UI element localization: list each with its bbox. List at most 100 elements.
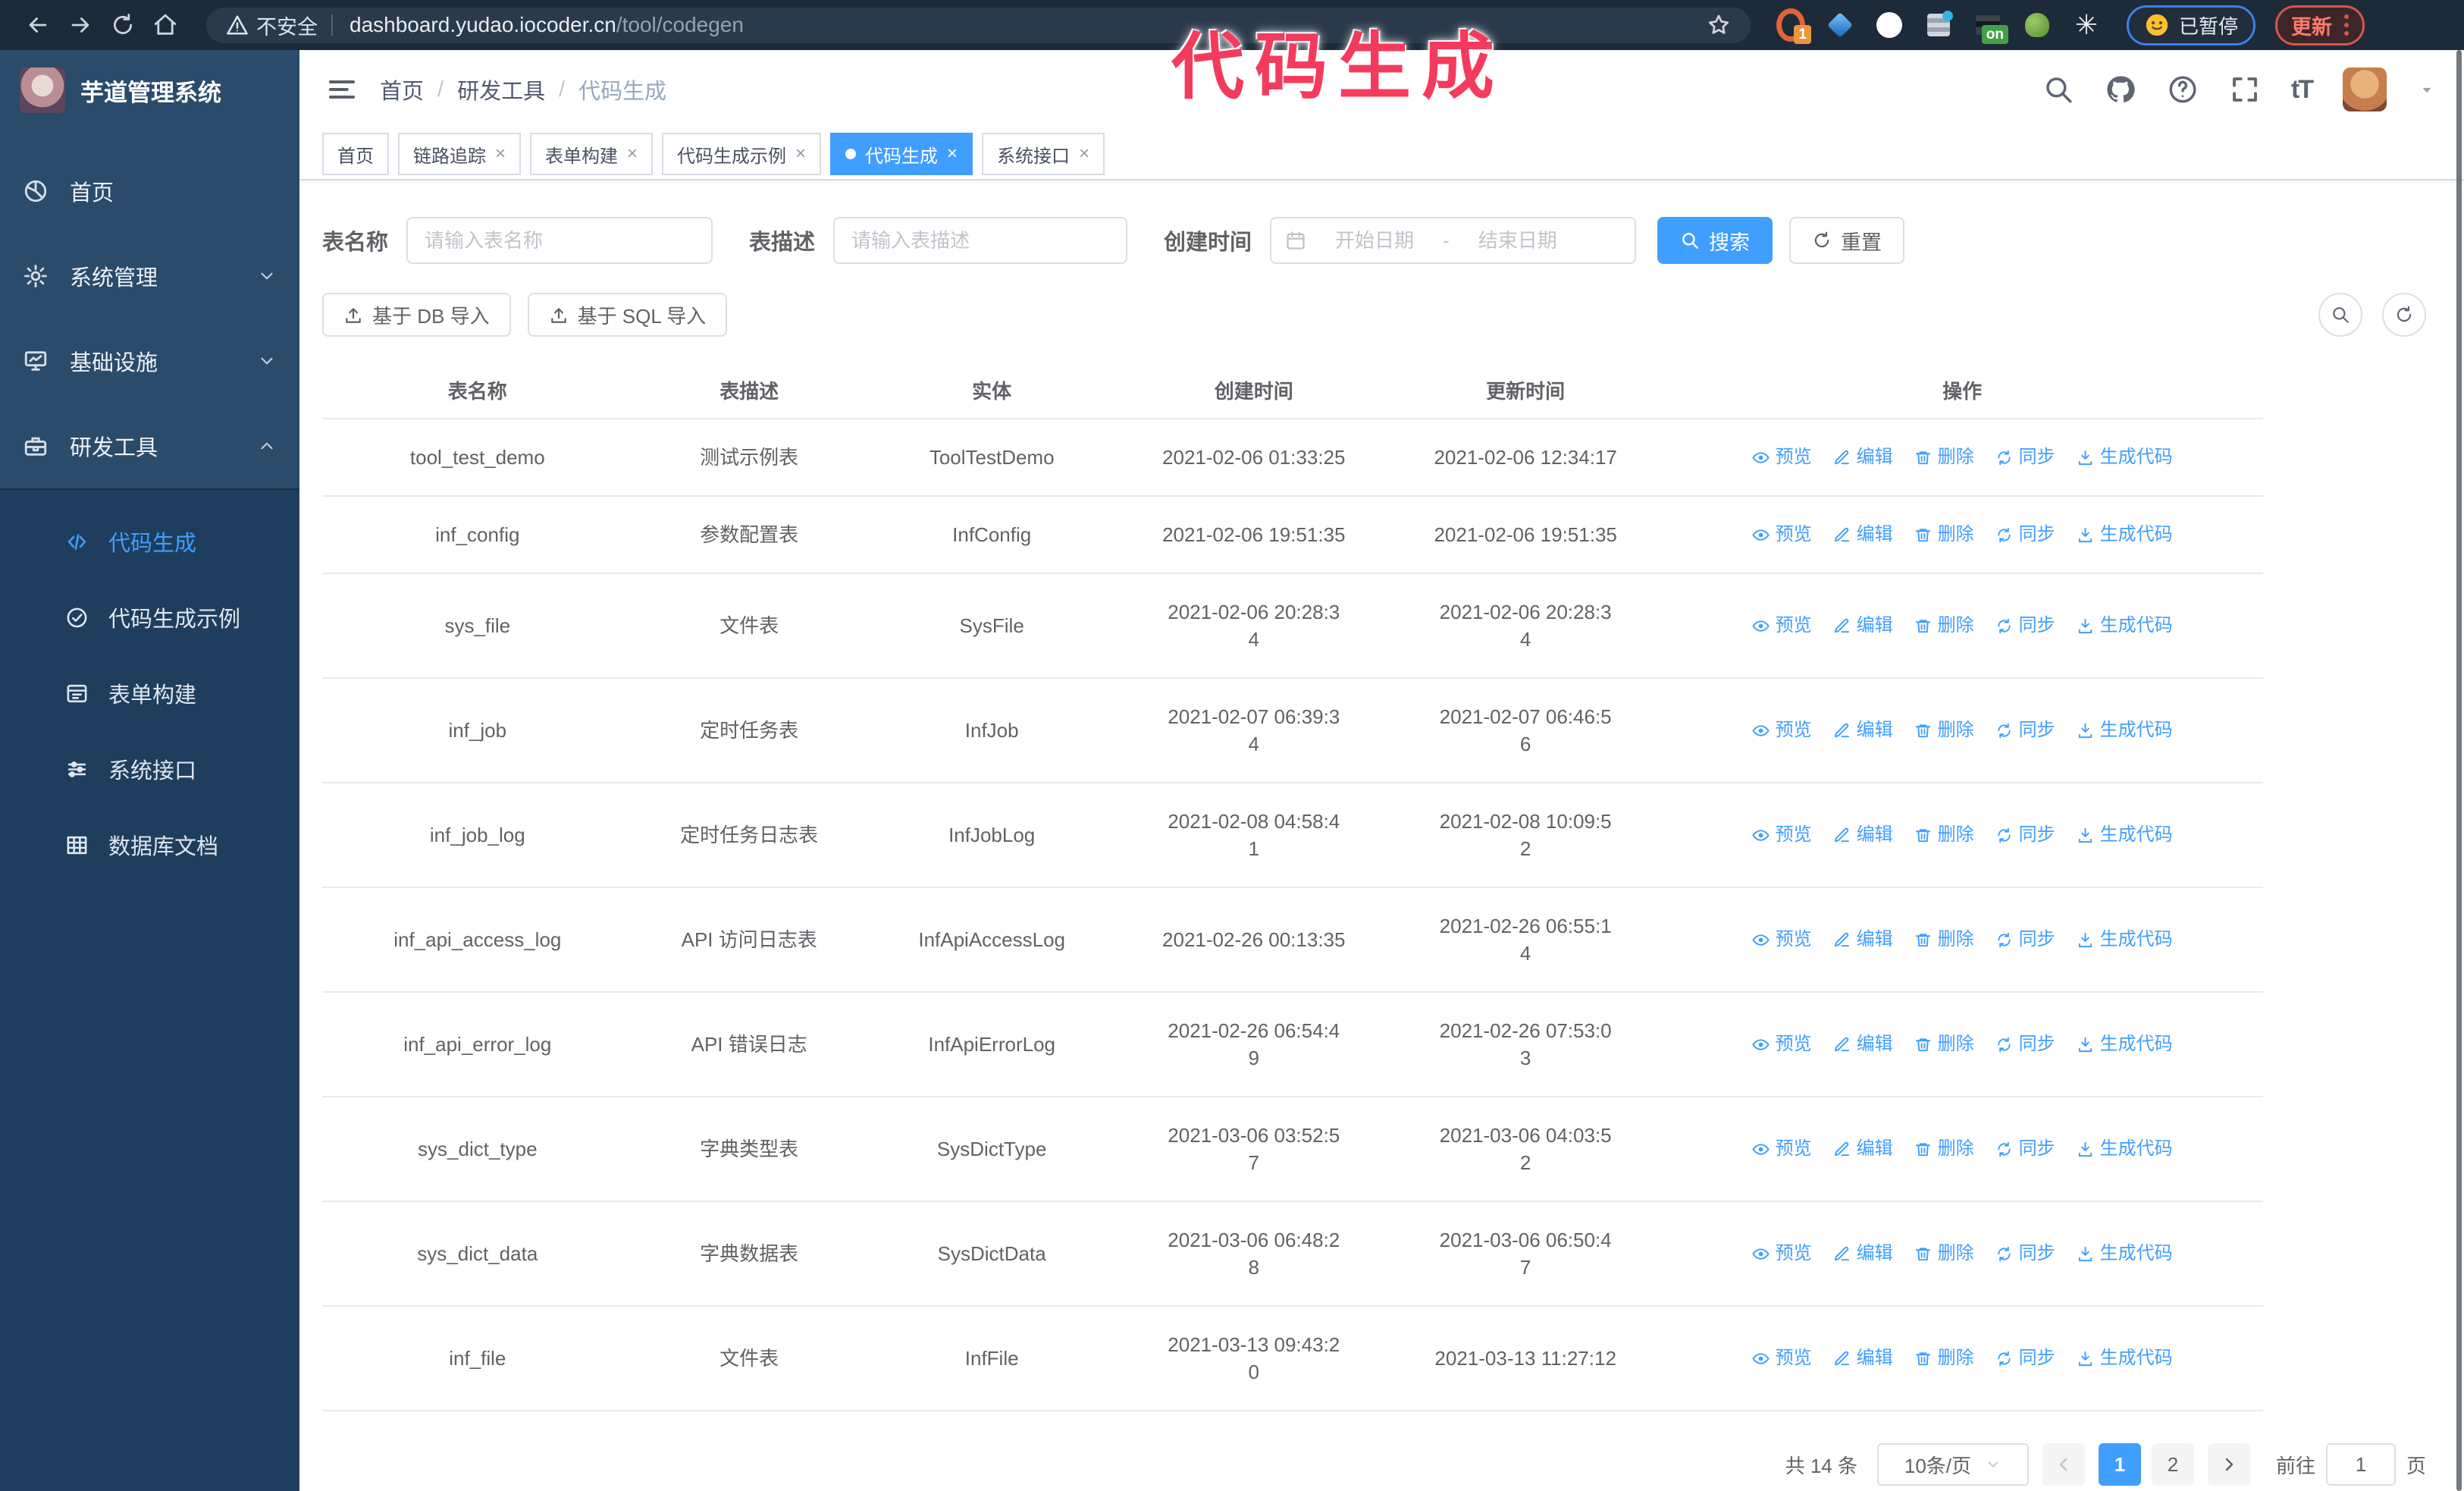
action-delete-link[interactable]: 删除 bbox=[1914, 717, 1974, 744]
action-generate-link[interactable]: 生成代码 bbox=[2077, 521, 2173, 548]
submenu-item-3[interactable]: 系统接口 bbox=[0, 731, 299, 807]
blue-gem-extension-icon[interactable] bbox=[1826, 11, 1854, 39]
action-preview-link[interactable]: 预览 bbox=[1752, 717, 1812, 744]
tab-0[interactable]: 首页 bbox=[322, 133, 389, 175]
page-button-1[interactable]: 1 bbox=[2098, 1443, 2141, 1486]
action-delete-link[interactable]: 删除 bbox=[1914, 444, 1974, 471]
table-desc-input[interactable] bbox=[833, 217, 1128, 264]
table-name-input[interactable] bbox=[406, 217, 713, 264]
action-delete-link[interactable]: 删除 bbox=[1914, 1345, 1974, 1372]
reload-icon[interactable] bbox=[102, 4, 144, 46]
submenu-item-4[interactable]: 数据库文档 bbox=[0, 807, 299, 883]
action-generate-link[interactable]: 生成代码 bbox=[2077, 444, 2173, 471]
close-icon[interactable]: × bbox=[795, 145, 806, 163]
action-edit-link[interactable]: 编辑 bbox=[1833, 821, 1893, 849]
submenu-item-0[interactable]: 代码生成 bbox=[0, 504, 299, 579]
action-edit-link[interactable]: 编辑 bbox=[1833, 612, 1893, 639]
home-nav-icon[interactable] bbox=[144, 4, 187, 46]
action-sync-link[interactable]: 同步 bbox=[1995, 444, 2055, 471]
tab-2[interactable]: 表单构建 × bbox=[530, 133, 654, 175]
action-sync-link[interactable]: 同步 bbox=[1995, 1031, 2055, 1058]
action-generate-link[interactable]: 生成代码 bbox=[2077, 1345, 2173, 1372]
back-icon[interactable] bbox=[17, 4, 59, 46]
action-edit-link[interactable]: 编辑 bbox=[1833, 1345, 1893, 1372]
action-delete-link[interactable]: 删除 bbox=[1914, 1135, 1974, 1163]
action-sync-link[interactable]: 同步 bbox=[1995, 1345, 2055, 1372]
action-edit-link[interactable]: 编辑 bbox=[1833, 444, 1893, 471]
submenu-item-1[interactable]: 代码生成示例 bbox=[0, 579, 299, 655]
forward-icon[interactable] bbox=[59, 4, 102, 46]
action-sync-link[interactable]: 同步 bbox=[1995, 612, 2055, 639]
prev-page-button[interactable] bbox=[2042, 1443, 2085, 1486]
dark-panel-extension-icon[interactable]: on bbox=[1973, 11, 2008, 44]
action-generate-link[interactable]: 生成代码 bbox=[2077, 1240, 2173, 1267]
close-icon[interactable]: × bbox=[495, 145, 506, 163]
action-edit-link[interactable]: 编辑 bbox=[1833, 1240, 1893, 1267]
action-edit-link[interactable]: 编辑 bbox=[1833, 1135, 1893, 1163]
url-host[interactable]: dashboard.yudao.iocoder.cn bbox=[350, 13, 616, 37]
import-sql-button[interactable]: 基于 SQL 导入 bbox=[527, 293, 728, 337]
tab-3[interactable]: 代码生成示例 × bbox=[662, 133, 822, 175]
action-preview-link[interactable]: 预览 bbox=[1752, 521, 1812, 548]
action-preview-link[interactable]: 预览 bbox=[1752, 1135, 1812, 1163]
end-date-input[interactable] bbox=[1455, 228, 1580, 253]
sidebar-item-3[interactable]: 研发工具 bbox=[0, 403, 299, 488]
action-sync-link[interactable]: 同步 bbox=[1995, 717, 2055, 744]
action-delete-link[interactable]: 删除 bbox=[1914, 521, 1974, 548]
action-preview-link[interactable]: 预览 bbox=[1752, 1240, 1812, 1267]
address-bar[interactable]: 不安全 dashboard.yudao.iocoder.cn /tool/cod… bbox=[206, 7, 1751, 43]
action-sync-link[interactable]: 同步 bbox=[1995, 521, 2055, 548]
refresh-table-button[interactable] bbox=[2382, 293, 2426, 337]
action-edit-link[interactable]: 编辑 bbox=[1833, 926, 1893, 953]
url-path[interactable]: /tool/codegen bbox=[616, 13, 744, 37]
action-edit-link[interactable]: 编辑 bbox=[1833, 1031, 1893, 1058]
action-preview-link[interactable]: 预览 bbox=[1752, 444, 1812, 471]
action-delete-link[interactable]: 删除 bbox=[1914, 1031, 1974, 1058]
logo[interactable]: 芋道管理系统 bbox=[0, 50, 299, 130]
action-sync-link[interactable]: 同步 bbox=[1995, 821, 2055, 849]
action-preview-link[interactable]: 预览 bbox=[1752, 821, 1812, 849]
action-preview-link[interactable]: 预览 bbox=[1752, 1345, 1812, 1372]
browser-menu-icon[interactable] bbox=[2344, 14, 2350, 36]
tab-5[interactable]: 系统接口 × bbox=[982, 133, 1105, 175]
reset-button[interactable]: 重置 bbox=[1789, 217, 1905, 264]
action-preview-link[interactable]: 预览 bbox=[1752, 926, 1812, 953]
close-icon[interactable]: × bbox=[947, 145, 958, 163]
font-size-icon[interactable]: tT bbox=[2291, 75, 2314, 105]
security-label[interactable]: 不安全 bbox=[256, 11, 318, 40]
action-preview-link[interactable]: 预览 bbox=[1752, 1031, 1812, 1058]
browser-update-button[interactable]: 更新 bbox=[2275, 5, 2365, 46]
start-date-input[interactable] bbox=[1312, 228, 1437, 253]
user-avatar[interactable] bbox=[2343, 67, 2387, 111]
breadcrumb-dev-tools[interactable]: 研发工具 bbox=[457, 74, 545, 105]
sidebar-item-0[interactable]: 首页 bbox=[0, 149, 299, 234]
sliders-extension-icon[interactable] bbox=[1924, 11, 1953, 39]
goto-page-input[interactable] bbox=[2325, 1443, 2396, 1486]
action-sync-link[interactable]: 同步 bbox=[1995, 1240, 2055, 1267]
action-generate-link[interactable]: 生成代码 bbox=[2077, 821, 2173, 849]
search-button[interactable]: 搜索 bbox=[1657, 217, 1773, 264]
sidebar-item-2[interactable]: 基础设施 bbox=[0, 319, 299, 403]
submenu-item-2[interactable]: 表单构建 bbox=[0, 655, 299, 731]
tab-4[interactable]: 代码生成 × bbox=[830, 133, 973, 175]
page-size-select[interactable]: 10条/页 bbox=[1876, 1443, 2029, 1486]
action-edit-link[interactable]: 编辑 bbox=[1833, 521, 1893, 548]
hamburger-icon[interactable] bbox=[327, 74, 357, 105]
fullscreen-icon[interactable] bbox=[2229, 74, 2261, 105]
action-delete-link[interactable]: 删除 bbox=[1914, 1240, 1974, 1267]
header-search-icon[interactable] bbox=[2042, 74, 2074, 105]
action-preview-link[interactable]: 预览 bbox=[1752, 612, 1812, 639]
orange-ring-extension-icon[interactable]: 1 bbox=[1776, 8, 1811, 44]
green-check-extension-icon[interactable] bbox=[1875, 11, 1904, 39]
action-delete-link[interactable]: 删除 bbox=[1914, 926, 1974, 953]
close-icon[interactable]: × bbox=[1079, 145, 1089, 163]
white-asterisk-extension-icon[interactable]: ✳ bbox=[2072, 11, 2101, 39]
import-db-button[interactable]: 基于 DB 导入 bbox=[322, 293, 511, 337]
action-generate-link[interactable]: 生成代码 bbox=[2077, 926, 2173, 953]
date-range-picker[interactable]: - bbox=[1270, 217, 1637, 264]
avatar-caret-down-icon[interactable] bbox=[2417, 80, 2437, 99]
action-generate-link[interactable]: 生成代码 bbox=[2077, 717, 2173, 744]
breadcrumb-home[interactable]: 首页 bbox=[380, 74, 424, 105]
toggle-search-button[interactable] bbox=[2318, 293, 2362, 337]
sidebar-item-1[interactable]: 系统管理 bbox=[0, 234, 299, 319]
